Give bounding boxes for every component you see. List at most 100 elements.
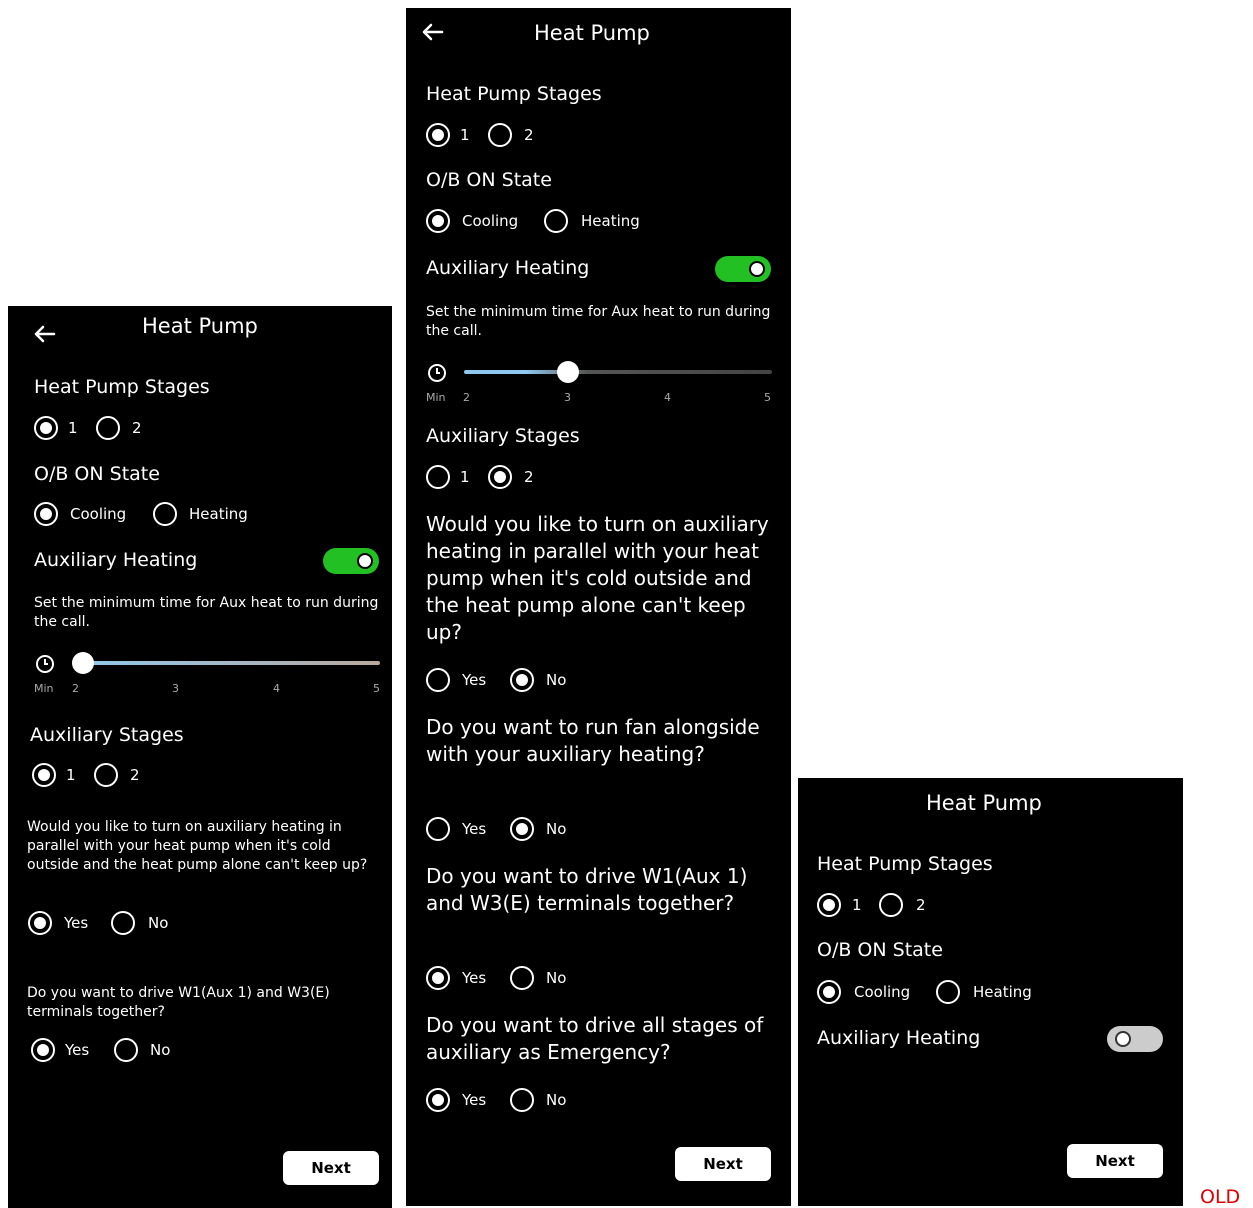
aux-time-slider-thumb[interactable] xyxy=(72,652,94,674)
stage-1-radio[interactable] xyxy=(426,123,450,147)
w1-w3-yes-label: Yes xyxy=(462,969,487,987)
w1-w3-yes-radio[interactable] xyxy=(426,966,450,990)
page-title: Heat Pump xyxy=(926,791,1042,815)
cooling-radio[interactable] xyxy=(817,980,841,1004)
heating-radio[interactable] xyxy=(936,980,960,1004)
heat-pump-stages-label: Heat Pump Stages xyxy=(34,376,210,398)
ob-on-state-label: O/B ON State xyxy=(34,463,160,485)
emergency-no-radio[interactable] xyxy=(510,1088,534,1112)
next-button[interactable]: Next xyxy=(283,1151,379,1185)
next-button[interactable]: Next xyxy=(675,1147,771,1181)
heat-pump-stages-label: Heat Pump Stages xyxy=(817,853,993,875)
cooling-label: Cooling xyxy=(70,505,127,523)
w1-w3-no-label: No xyxy=(150,1041,171,1059)
aux-time-slider-thumb[interactable] xyxy=(557,361,579,383)
stage-2-radio[interactable] xyxy=(879,893,903,917)
w1-w3-yes-label: Yes xyxy=(65,1041,90,1059)
aux-stage-1-radio[interactable] xyxy=(32,763,56,787)
next-button[interactable]: Next xyxy=(1067,1144,1163,1178)
parallel-aux-question: Would you like to turn on auxiliary heat… xyxy=(27,819,368,873)
screen-3-old: Heat Pump Heat Pump Stages 1 2 O/B ON St… xyxy=(798,778,1183,1206)
emergency-yes-radio[interactable] xyxy=(426,1088,450,1112)
stage-2-label: 2 xyxy=(916,896,926,914)
heat-pump-stages-label: Heat Pump Stages xyxy=(426,83,602,105)
stage-1-radio[interactable] xyxy=(817,893,841,917)
parallel-yes-label: Yes xyxy=(462,671,487,689)
w1-w3-no-label: No xyxy=(546,969,567,987)
aux-stage-2-radio[interactable] xyxy=(488,465,512,489)
parallel-no-radio[interactable] xyxy=(111,911,135,935)
aux-time-slider-track[interactable] xyxy=(78,661,380,665)
slider-tick: 3 xyxy=(172,682,179,695)
w1-w3-no-radio[interactable] xyxy=(510,966,534,990)
slider-tick: 4 xyxy=(273,682,280,695)
parallel-no-label: No xyxy=(148,914,169,932)
parallel-yes-radio[interactable] xyxy=(28,911,52,935)
cooling-radio[interactable] xyxy=(34,502,58,526)
w1-w3-no-radio[interactable] xyxy=(114,1038,138,1062)
slider-tick: 5 xyxy=(373,682,380,695)
page-title: Heat Pump xyxy=(534,21,650,45)
slider-tick: 5 xyxy=(764,391,771,404)
back-arrow-icon[interactable] xyxy=(420,22,444,42)
stage-2-radio[interactable] xyxy=(488,123,512,147)
aux-stage-1-radio[interactable] xyxy=(426,465,450,489)
auxiliary-heating-toggle[interactable] xyxy=(323,548,379,574)
slider-tick: 2 xyxy=(72,682,79,695)
aux-stage-2-radio[interactable] xyxy=(94,763,118,787)
auxiliary-stages-label: Auxiliary Stages xyxy=(426,425,580,447)
fan-no-radio[interactable] xyxy=(510,817,534,841)
cooling-label: Cooling xyxy=(854,983,911,1001)
cooling-label: Cooling xyxy=(462,212,519,230)
fan-yes-radio[interactable] xyxy=(426,817,450,841)
back-arrow-icon[interactable] xyxy=(32,324,56,344)
aux-stage-2-label: 2 xyxy=(130,766,140,784)
heating-label: Heating xyxy=(189,505,248,523)
aux-time-description: Set the minimum time for Aux heat to run… xyxy=(426,304,771,339)
parallel-aux-question: Would you like to turn on auxiliary heat… xyxy=(426,512,769,644)
stage-2-label: 2 xyxy=(132,419,142,437)
clock-icon xyxy=(36,655,54,673)
parallel-yes-radio[interactable] xyxy=(426,668,450,692)
stage-1-label: 1 xyxy=(460,126,470,144)
w1-w3-yes-radio[interactable] xyxy=(31,1038,55,1062)
auxiliary-heating-label: Auxiliary Heating xyxy=(817,1027,981,1049)
w1-w3-question: Do you want to drive W1(Aux 1) and W3(E)… xyxy=(426,864,748,915)
ob-on-state-label: O/B ON State xyxy=(426,169,552,191)
auxiliary-heating-label: Auxiliary Heating xyxy=(34,549,198,571)
heating-radio[interactable] xyxy=(544,209,568,233)
stage-1-label: 1 xyxy=(852,896,862,914)
heating-label: Heating xyxy=(973,983,1032,1001)
old-annotation-label: OLD xyxy=(1200,1186,1241,1208)
stage-1-radio[interactable] xyxy=(34,416,58,440)
aux-time-slider-track[interactable] xyxy=(464,370,772,374)
ob-on-state-label: O/B ON State xyxy=(817,939,943,961)
auxiliary-heating-label: Auxiliary Heating xyxy=(426,257,590,279)
auxiliary-heating-toggle[interactable] xyxy=(715,256,771,282)
auxiliary-stages-label: Auxiliary Stages xyxy=(30,724,184,746)
page-title: Heat Pump xyxy=(142,314,258,338)
parallel-no-radio[interactable] xyxy=(510,668,534,692)
heating-label: Heating xyxy=(581,212,640,230)
fan-with-aux-question: Do you want to run fan alongside with yo… xyxy=(426,715,760,766)
parallel-yes-label: Yes xyxy=(64,914,89,932)
emergency-question: Do you want to drive all stages of auxil… xyxy=(426,1013,764,1064)
screen-2: Heat Pump Heat Pump Stages 1 2 O/B ON St… xyxy=(406,8,791,1206)
slider-tick: 3 xyxy=(564,391,571,404)
cooling-radio[interactable] xyxy=(426,209,450,233)
clock-icon xyxy=(428,364,446,382)
aux-stage-1-label: 1 xyxy=(66,766,76,784)
screen-1: Heat Pump Heat Pump Stages 1 2 O/B ON St… xyxy=(8,306,392,1208)
fan-no-label: No xyxy=(546,820,567,838)
auxiliary-heating-toggle[interactable] xyxy=(1107,1026,1163,1052)
stage-2-label: 2 xyxy=(524,126,534,144)
emergency-yes-label: Yes xyxy=(462,1091,487,1109)
stage-2-radio[interactable] xyxy=(96,416,120,440)
slider-tick: 2 xyxy=(463,391,470,404)
parallel-no-label: No xyxy=(546,671,567,689)
heating-radio[interactable] xyxy=(153,502,177,526)
slider-min-label: Min xyxy=(426,391,446,404)
emergency-no-label: No xyxy=(546,1091,567,1109)
fan-yes-label: Yes xyxy=(462,820,487,838)
w1-w3-question: Do you want to drive W1(Aux 1) and W3(E)… xyxy=(27,985,330,1020)
